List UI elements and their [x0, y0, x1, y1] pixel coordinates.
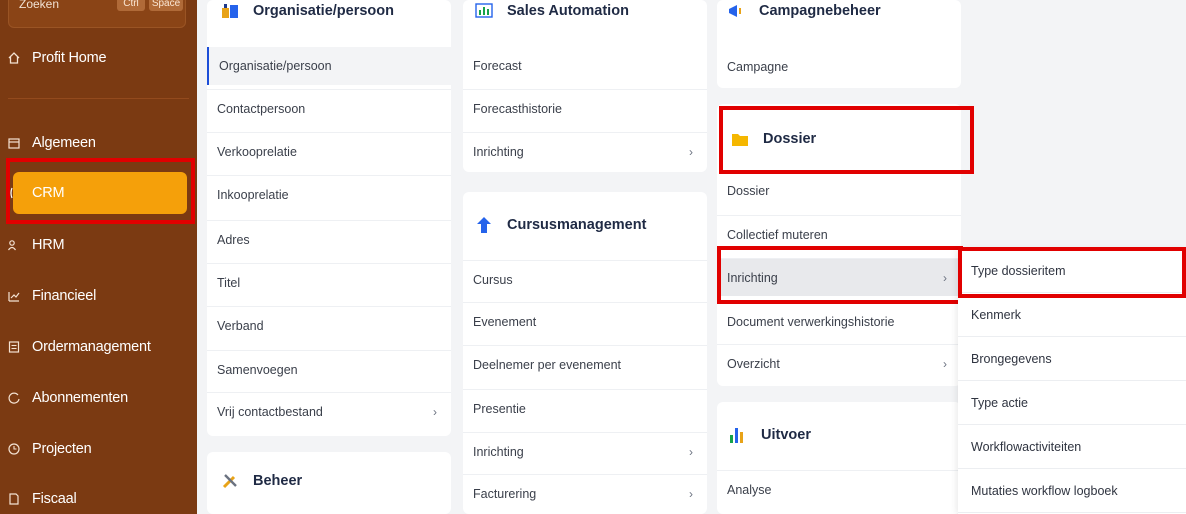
list-item-inkooprelatie[interactable]: Inkooprelatie: [207, 175, 451, 213]
clock-icon: [6, 441, 22, 457]
crm-icon: [6, 185, 22, 201]
sidebar: Zoeken Ctrl Space Profit Home Algemeen C…: [0, 0, 197, 514]
list-item-inrichting-sales[interactable]: Inrichting ›: [463, 132, 707, 170]
sidebar-item-profit-home[interactable]: Profit Home: [0, 43, 197, 73]
sidebar-item-fiscaal[interactable]: Fiscaal: [0, 484, 197, 514]
bar-chart-icon: [729, 426, 747, 444]
chevron-right-icon: ›: [943, 356, 947, 371]
sidebar-item-label: Financieel: [32, 288, 97, 304]
chevron-right-icon: ›: [689, 444, 693, 459]
list-item-deelnemer[interactable]: Deelnemer per evenement: [463, 345, 707, 383]
submenu-item-type-actie[interactable]: Type actie: [958, 381, 1186, 425]
search-box[interactable]: Zoeken Ctrl Space: [8, 0, 186, 28]
chart-icon: [6, 288, 22, 304]
card-title-cursusmanagement: Cursusmanagement: [475, 216, 646, 234]
sidebar-divider: [8, 98, 189, 99]
sidebar-item-algemeen[interactable]: Algemeen: [0, 128, 197, 158]
shortcut-space: Space: [149, 0, 183, 11]
list-item-cursus[interactable]: Cursus: [463, 260, 707, 298]
chevron-right-icon: ›: [689, 486, 693, 501]
submenu-item-type-dossieritem[interactable]: Type dossieritem: [958, 249, 1186, 293]
card-title-organisatie: Organisatie/persoon: [221, 2, 394, 20]
card-title-campagnebeheer: Campagnebeheer: [727, 2, 881, 20]
home-icon: [6, 50, 22, 66]
list-item-forecast[interactable]: Forecast: [463, 47, 707, 85]
list-item-organisatie-persoon[interactable]: Organisatie/persoon: [207, 47, 451, 85]
sidebar-item-label: Algemeen: [32, 135, 96, 151]
list-item-verkooprelatie[interactable]: Verkooprelatie: [207, 132, 451, 170]
list-item-facturering[interactable]: Facturering ›: [463, 474, 707, 512]
people-icon: [6, 237, 22, 253]
tools-icon: [221, 472, 239, 490]
sidebar-item-label: Projecten: [32, 441, 92, 457]
chevron-right-icon: ›: [689, 144, 693, 159]
graduation-icon: [475, 216, 493, 234]
shortcut-ctrl: Ctrl: [117, 0, 145, 11]
folder-icon: [731, 130, 749, 148]
sidebar-item-label: Abonnementen: [32, 390, 128, 406]
bar-chart-icon: [475, 2, 493, 20]
list-item-vrij-contactbestand[interactable]: Vrij contactbestand ›: [207, 392, 451, 430]
list-item-inrichting-cursus[interactable]: Inrichting ›: [463, 432, 707, 470]
list-item-titel[interactable]: Titel: [207, 263, 451, 301]
list-item-collectief-muteren[interactable]: Collectief muteren: [717, 215, 961, 253]
card-beheer: Beheer: [207, 452, 451, 514]
card-title-sales-automation: Sales Automation: [475, 2, 629, 20]
list-item-document-verwerkingshistorie[interactable]: Document verwerkingshistorie: [717, 302, 961, 340]
list-item-inrichting-dossier[interactable]: Inrichting ›: [717, 258, 961, 296]
sidebar-item-label: Fiscaal: [32, 491, 77, 507]
card-title-dossier: Dossier: [731, 130, 816, 148]
list-item-samenvoegen[interactable]: Samenvoegen: [207, 350, 451, 388]
list-item-verband[interactable]: Verband: [207, 306, 451, 344]
calendar-icon: [6, 135, 22, 151]
chevron-right-icon: ›: [943, 270, 947, 285]
organisation-icon: [221, 2, 239, 20]
list-item-forecasthistorie[interactable]: Forecasthistorie: [463, 89, 707, 127]
submenu-item-workflowactiviteiten[interactable]: Workflowactiviteiten: [958, 425, 1186, 469]
submenu-item-mutaties-workflow-logboek[interactable]: Mutaties workflow logboek: [958, 469, 1186, 513]
sidebar-item-abonnementen[interactable]: Abonnementen: [0, 383, 197, 413]
submenu-item-brongegevens[interactable]: Brongegevens: [958, 337, 1186, 381]
submenu-inrichting: Type dossieritem Kenmerk Brongegevens Ty…: [958, 249, 1186, 514]
sidebar-item-crm[interactable]: CRM: [0, 178, 197, 208]
sidebar-item-label: Ordermanagement: [32, 339, 151, 355]
refresh-icon: [6, 390, 22, 406]
document-icon: [6, 491, 22, 507]
card-title-uitvoer: Uitvoer: [729, 426, 811, 444]
sidebar-item-label: Profit Home: [32, 50, 107, 66]
list-item-campagne[interactable]: Campagne: [717, 48, 961, 86]
list-item-analyse[interactable]: Analyse: [717, 470, 961, 508]
sidebar-item-financieel[interactable]: Financieel: [0, 281, 197, 311]
list-item-overzicht[interactable]: Overzicht ›: [717, 344, 961, 382]
sidebar-item-ordermanagement[interactable]: Ordermanagement: [0, 332, 197, 362]
order-icon: [6, 339, 22, 355]
sidebar-item-label: HRM: [32, 237, 65, 253]
sidebar-item-label: CRM: [32, 185, 65, 201]
list-item-dossier[interactable]: Dossier: [717, 172, 961, 210]
list-item-evenement[interactable]: Evenement: [463, 302, 707, 340]
sidebar-item-projecten[interactable]: Projecten: [0, 434, 197, 464]
search-label: Zoeken: [19, 0, 60, 11]
sidebar-item-hrm[interactable]: HRM: [0, 230, 197, 260]
megaphone-icon: [727, 2, 745, 20]
submenu-item-kenmerk[interactable]: Kenmerk: [958, 293, 1186, 337]
chevron-right-icon: ›: [433, 404, 437, 419]
list-item-contactpersoon[interactable]: Contactpersoon: [207, 89, 451, 127]
card-title-beheer: Beheer: [221, 472, 302, 490]
list-item-adres[interactable]: Adres: [207, 220, 451, 258]
list-item-presentie[interactable]: Presentie: [463, 389, 707, 427]
